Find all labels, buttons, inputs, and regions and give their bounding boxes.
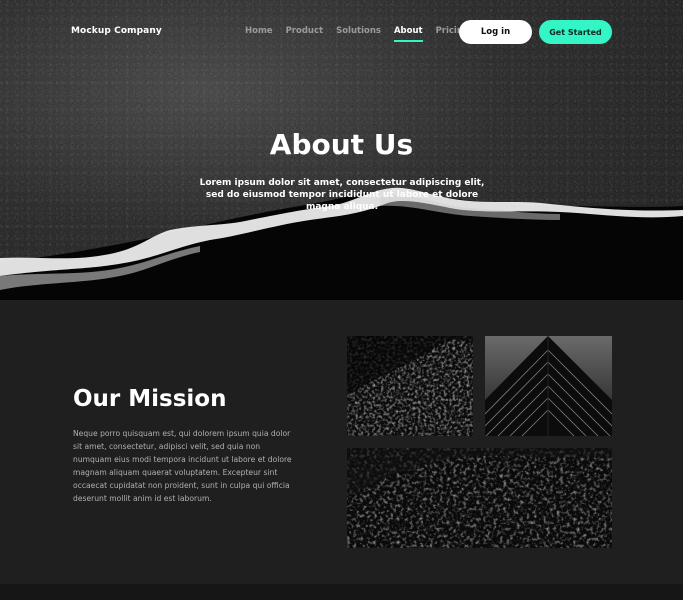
hero-description: Lorem ipsum dolor sit amet, consectetur … [199,178,485,212]
ocean-wave-image [347,448,612,548]
login-button[interactable]: Log in [459,20,532,44]
ocean-foam-image [347,336,473,436]
page-title: About Us [269,128,414,161]
nav-item-about[interactable]: About [393,26,423,42]
mission-section: Our Mission Neque porro quisquam est, qu… [0,300,683,584]
mission-heading: Our Mission [73,386,227,412]
nav-item-solutions[interactable]: Solutions [336,26,381,42]
brand-logo[interactable]: Mockup Company [71,26,162,36]
hero-section: Mockup Company Home Product Solutions Ab… [0,0,683,300]
nav-item-product[interactable]: Product [286,26,324,42]
nav-item-home[interactable]: Home [245,26,273,42]
mission-description: Neque porro quisquam est, qui dolorem ip… [73,429,292,503]
building-architecture-image [485,336,612,436]
get-started-button[interactable]: Get Started [539,20,612,44]
main-nav: Home Product Solutions About Pricing [245,26,469,42]
footer-strip [0,584,683,600]
